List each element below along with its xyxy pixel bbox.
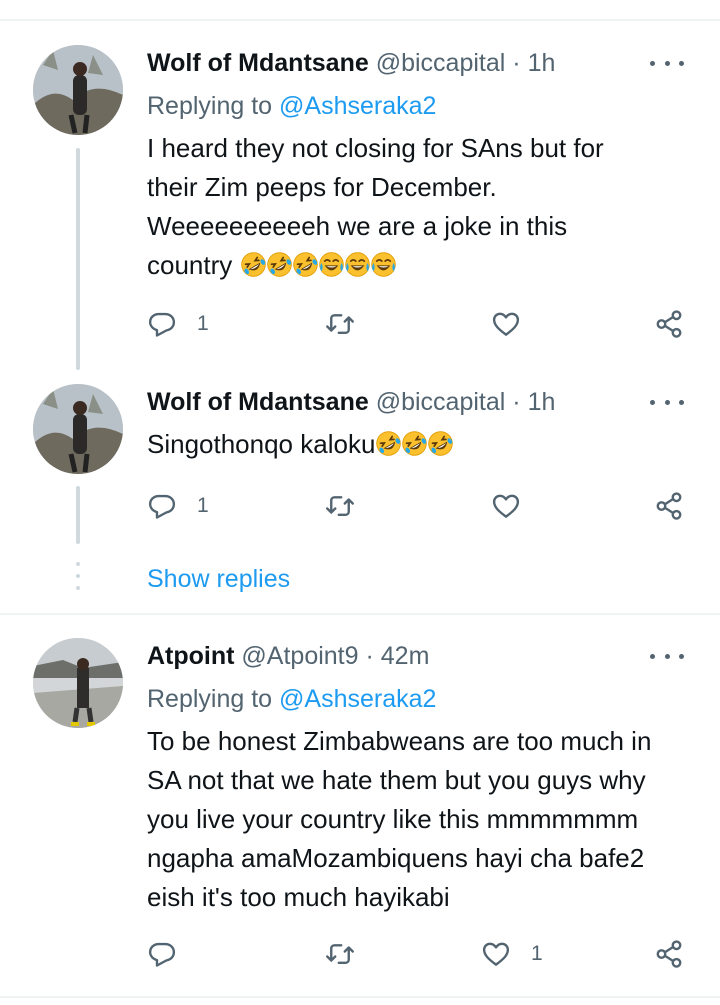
heart-icon [491,309,521,339]
separator: · [512,49,521,77]
text-line: country [147,246,692,285]
author-name[interactable]: Atpoint [147,642,234,670]
joy-emoji-icon [318,251,345,278]
tweet-text: I heard they not closing for SAns but fo… [147,129,692,285]
thread-line [76,486,80,544]
show-replies-link[interactable]: Show replies [147,562,290,596]
joy-emoji-icon [344,251,371,278]
text-line: Weeeeeeeeeeh we are a joke in this [147,211,568,241]
rofl-emoji-icon [292,251,319,278]
tweet-header: Atpoint @Atpoint9 · 42m [147,639,429,673]
heart-icon [481,939,511,969]
reply-icon [147,309,177,339]
thread-line [76,148,80,370]
share-icon [654,939,684,969]
timestamp[interactable]: 1h [528,388,556,416]
reply-count: 1 [197,494,209,517]
replying-to: Replying to @Ashseraka2 [147,89,436,123]
separator: · [365,642,374,670]
separator: · [512,388,521,416]
retweet-button[interactable] [325,934,375,974]
reply-count: 1 [197,312,209,335]
rofl-emoji-icon [427,430,454,457]
author-handle[interactable]: @Atpoint9 [241,642,358,670]
retweet-button[interactable] [325,304,375,344]
joy-emoji-icon [370,251,397,278]
like-button[interactable]: 1 [481,934,543,974]
replying-prefix: Replying to [147,92,273,120]
author-name[interactable]: Wolf of Mdantsane [147,388,369,416]
tweet-header: Wolf of Mdantsane @biccapital · 1h [147,385,555,419]
tweet-text: Singothonqo kaloku [147,425,692,464]
timestamp[interactable]: 1h [528,49,556,77]
reply-button[interactable] [147,934,197,974]
author-name[interactable]: Wolf of Mdantsane [147,49,369,77]
avatar[interactable] [33,45,123,135]
share-icon [654,309,684,339]
text-line: eish it's too much hayikabi [147,882,450,912]
author-handle[interactable]: @biccapital [376,49,506,77]
timestamp[interactable]: 42m [381,642,430,670]
rofl-emoji-icon [240,251,267,278]
text-line: SA not that we hate them but you guys wh… [147,765,646,795]
like-button[interactable] [491,486,541,526]
share-button[interactable] [654,304,684,344]
text-line: I heard they not closing for SAns but fo… [147,133,604,163]
more-icon[interactable] [650,646,684,666]
top-divider [0,19,720,21]
tweet-text: To be honest Zimbabweans are too much in… [147,722,692,917]
text-line: you live your country like this mmmmmmm [147,804,639,834]
bottom-divider [0,996,720,998]
text-line: their Zim peeps for December. [147,172,497,202]
action-bar: 1 [147,486,692,526]
share-button[interactable] [654,486,684,526]
retweet-button[interactable] [325,486,375,526]
avatar[interactable] [33,384,123,474]
text-word: country [147,250,233,280]
action-bar: 1 [147,304,692,344]
replying-handle[interactable]: @Ashseraka2 [279,92,436,120]
more-icon[interactable] [650,392,684,412]
reply-icon [147,939,177,969]
share-icon [654,491,684,521]
reply-icon [147,491,177,521]
retweet-icon [325,939,355,969]
like-count: 1 [531,942,543,965]
more-icon[interactable] [650,53,684,73]
replying-to: Replying to @Ashseraka2 [147,682,436,716]
rofl-emoji-icon [401,430,428,457]
thread-dots [76,562,80,598]
text-line: Singothonqo kaloku [147,429,376,459]
share-button[interactable] [654,934,684,974]
text-line: ngapha amaMozambiquens hayi cha bafe2 [147,843,645,873]
author-handle[interactable]: @biccapital [376,388,506,416]
retweet-icon [325,491,355,521]
replying-prefix: Replying to [147,685,273,713]
rofl-emoji-icon [375,430,402,457]
replying-handle[interactable]: @Ashseraka2 [279,685,436,713]
avatar[interactable] [33,638,123,728]
like-button[interactable] [491,304,541,344]
reply-button[interactable]: 1 [147,486,209,526]
rofl-emoji-icon [266,251,293,278]
tweet-divider [0,613,720,615]
reply-button[interactable]: 1 [147,304,209,344]
action-bar: 1 [147,934,692,974]
heart-icon [491,491,521,521]
text-line: To be honest Zimbabweans are too much in [147,726,652,756]
tweet-header: Wolf of Mdantsane @biccapital · 1h [147,46,555,80]
retweet-icon [325,309,355,339]
